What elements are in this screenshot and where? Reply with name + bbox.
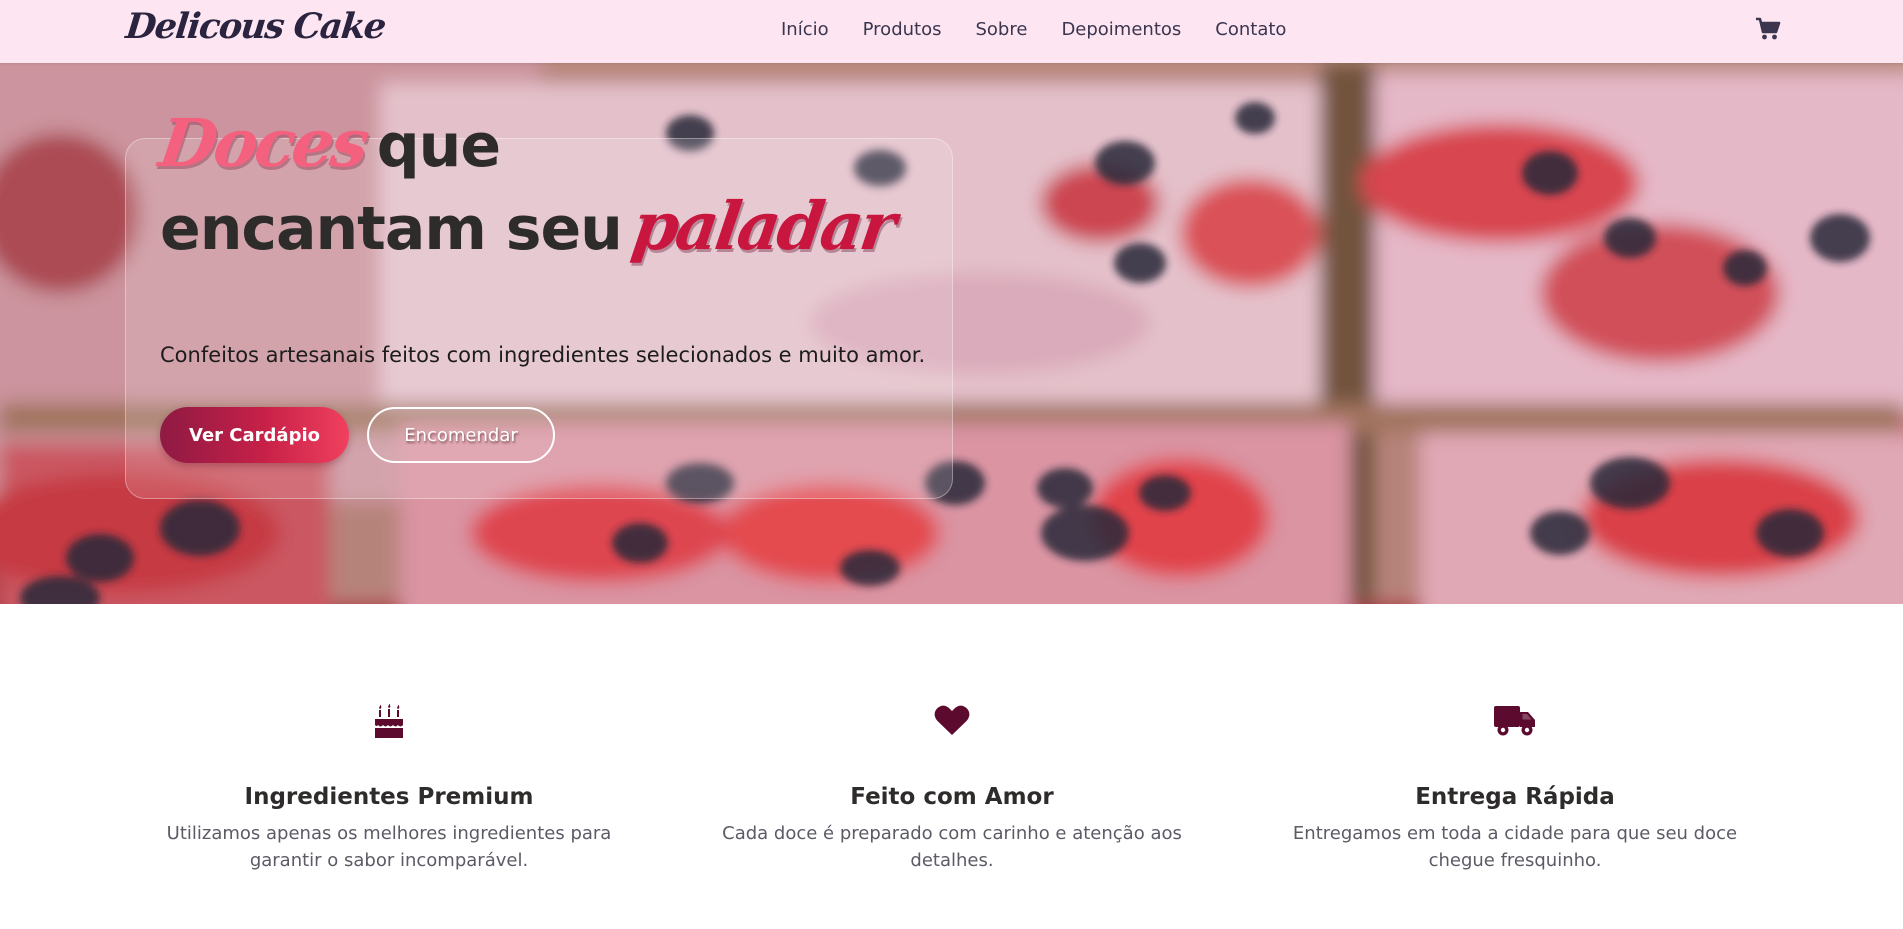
feature-amor: Feito com Amor Cada doce é preparado com… bbox=[692, 700, 1212, 874]
shopping-cart-icon[interactable] bbox=[1755, 17, 1781, 41]
ver-cardapio-button[interactable]: Ver Cardápio bbox=[160, 407, 349, 463]
encomendar-button[interactable]: Encomendar bbox=[367, 407, 555, 463]
feature-title: Feito com Amor bbox=[850, 784, 1054, 810]
feature-description-line: chegue fresquinho. bbox=[1428, 850, 1602, 871]
hero-headline: Doces que encantam seu paladar bbox=[155, 104, 920, 274]
nav-link-inicio[interactable]: Início bbox=[781, 19, 829, 40]
logo[interactable]: Delicous Cake bbox=[124, 6, 387, 47]
feature-description-line: Cada doce é preparado com carinho e aten… bbox=[722, 823, 1182, 844]
feature-description: Utilizamos apenas os melhores ingredient… bbox=[129, 820, 649, 874]
truck-icon bbox=[1494, 706, 1535, 736]
nav-link-produtos[interactable]: Produtos bbox=[863, 19, 942, 40]
feature-ingredientes: Ingredientes Premium Utilizamos apenas o… bbox=[129, 700, 649, 874]
feature-description-line: garantir o sabor incomparável. bbox=[249, 850, 529, 871]
nav-link-depoimentos[interactable]: Depoimentos bbox=[1061, 19, 1181, 40]
feature-description-line: Utilizamos apenas os melhores ingredient… bbox=[166, 823, 612, 844]
hero-subtitle: Confeitos artesanais feitos com ingredie… bbox=[160, 343, 926, 367]
navbar: Delicous Cake Início Produtos Sobre Depo… bbox=[0, 0, 1903, 63]
nav-link-sobre[interactable]: Sobre bbox=[975, 19, 1027, 40]
heart-icon bbox=[934, 705, 970, 735]
feature-description: Cada doce é preparado com carinho e aten… bbox=[692, 820, 1212, 874]
nav-link-contato[interactable]: Contato bbox=[1215, 19, 1286, 40]
nav-links: Início Produtos Sobre Depoimentos Contat… bbox=[781, 19, 1286, 40]
feature-description-line: detalhes. bbox=[910, 850, 994, 871]
headline-text-encantam: encantam seu bbox=[160, 194, 623, 264]
birthday-cake-icon bbox=[375, 703, 403, 738]
feature-entrega: Entrega Rápida Entregamos em toda a cida… bbox=[1255, 700, 1775, 874]
feature-title: Ingredientes Premium bbox=[244, 784, 534, 810]
headline-script-doces: Doces bbox=[154, 104, 372, 182]
feature-description: Entregamos em toda a cidade para que seu… bbox=[1255, 820, 1775, 874]
headline-word-que: que bbox=[376, 111, 501, 181]
feature-title: Entrega Rápida bbox=[1415, 784, 1615, 810]
headline-script-paladar: paladar bbox=[627, 187, 899, 265]
feature-description-line: Entregamos em toda a cidade para que seu… bbox=[1292, 823, 1738, 844]
